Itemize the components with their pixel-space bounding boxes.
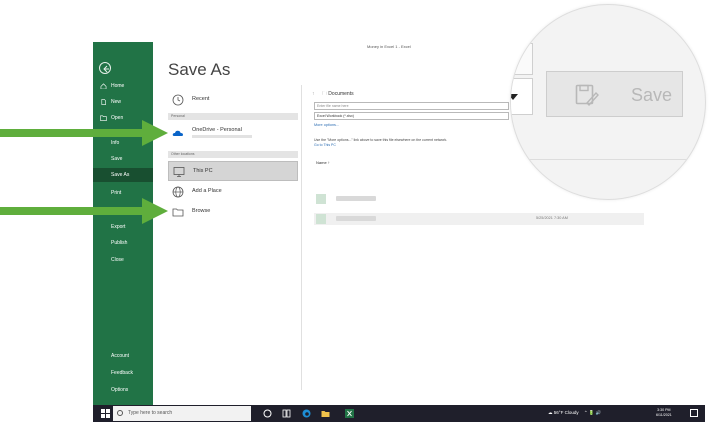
- location-recent[interactable]: Recent: [168, 90, 298, 110]
- breadcrumb-folder[interactable]: Documents: [328, 91, 353, 97]
- file-date: 5/25/2021 7:30 AM: [536, 216, 568, 220]
- weather-cloud-icon: ☁: [548, 410, 553, 415]
- section-other-locations: Other locations: [168, 151, 298, 158]
- file-thumbnail: [316, 214, 326, 224]
- sidebar-item-label: Publish: [111, 240, 128, 246]
- folder-icon: [172, 208, 184, 217]
- location-add-place[interactable]: Add a Place: [168, 182, 298, 202]
- location-browse[interactable]: Browse: [168, 202, 298, 222]
- sidebar-item-label: Save As: [111, 172, 130, 178]
- note-text: Use the "More options..." link above to …: [314, 138, 448, 142]
- sidebar-item-label: Account: [111, 353, 130, 359]
- onedrive-account-email: [192, 135, 252, 138]
- file-name-blurred: [336, 216, 376, 221]
- location-label: OneDrive - Personal: [192, 127, 242, 133]
- weather-text[interactable]: 56°F Cloudy: [554, 410, 579, 415]
- back-arrow-icon[interactable]: [99, 62, 111, 74]
- magnified-divider: [511, 159, 705, 160]
- magnified-slash: [511, 50, 526, 72]
- arrow-annotation-browse: [0, 198, 168, 224]
- computer-icon: [173, 167, 185, 177]
- save-button-label: Save: [631, 85, 673, 105]
- magnifier-callout: Save: [510, 4, 706, 200]
- search-placeholder: Type here to search: [128, 410, 173, 416]
- sidebar-item-save-as[interactable]: Save As: [93, 168, 153, 182]
- location-label: Recent: [192, 96, 210, 102]
- globe-icon: [172, 186, 184, 198]
- file-explorer-icon[interactable]: [321, 409, 330, 418]
- go-to-this-pc-link[interactable]: Go to This PC: [314, 143, 524, 148]
- filename-input[interactable]: Enter file name here: [314, 102, 509, 110]
- sidebar-item-account[interactable]: Account: [93, 349, 153, 363]
- breadcrumb: ↑ 🗀 Documents: [312, 91, 354, 99]
- task-view-icon[interactable]: [282, 409, 291, 418]
- location-label: Browse: [192, 208, 211, 214]
- sidebar-item-label: Feedback: [111, 370, 133, 376]
- filetype-dropdown-magnified[interactable]: [511, 78, 533, 115]
- sidebar-item-label: New: [111, 99, 122, 105]
- magnified-icon-box: [511, 43, 533, 75]
- home-icon: [100, 83, 107, 89]
- sidebar-item-label: Home: [111, 83, 125, 89]
- system-tray: ☁ 56°F Cloudy ⌃ 🔋 🔊: [548, 410, 601, 416]
- file-name-blurred: [336, 196, 376, 201]
- up-arrow-icon[interactable]: ↑: [312, 91, 315, 97]
- cortana-icon[interactable]: [263, 409, 272, 418]
- location-this-pc[interactable]: This PC: [168, 161, 298, 181]
- sidebar-item-home[interactable]: Home: [93, 79, 153, 93]
- taskbar-search-box[interactable]: Type here to search: [113, 406, 251, 421]
- sidebar-item-close[interactable]: Close: [93, 253, 153, 267]
- filetype-select[interactable]: Excel Workbook (*.xlsx): [314, 112, 509, 120]
- name-column-header[interactable]: Name ↑: [316, 160, 330, 165]
- file-thumbnail: [316, 194, 326, 204]
- location-onedrive[interactable]: OneDrive - Personal: [168, 123, 298, 143]
- notification-center-icon[interactable]: [690, 409, 698, 417]
- tray-icons[interactable]: ⌃ 🔋 🔊: [584, 410, 601, 415]
- more-options-link[interactable]: More options...: [314, 123, 339, 127]
- save-button[interactable]: Save: [546, 71, 683, 117]
- network-note: Use the "More options..." link above to …: [314, 138, 524, 148]
- excel-app-icon[interactable]: [345, 409, 354, 418]
- sidebar-item-save[interactable]: Save: [93, 152, 153, 166]
- location-label: This PC: [193, 168, 213, 174]
- section-personal: Personal: [168, 113, 298, 120]
- file-row[interactable]: 5/25/2021 7:30 AM: [314, 213, 644, 225]
- windows-taskbar: Type here to search ☁ 56°F Cloudy ⌃ 🔋 🔊 …: [93, 405, 705, 422]
- sidebar-item-publish[interactable]: Publish: [93, 236, 153, 250]
- dropdown-arrow-icon: [511, 94, 518, 100]
- search-icon: [117, 410, 123, 416]
- page-title: Save As: [168, 60, 231, 79]
- sidebar-item-label: Save: [111, 156, 123, 162]
- name-column-label: Name: [316, 160, 327, 165]
- folder-icon: 🗀: [321, 91, 327, 97]
- save-disk-icon: [575, 84, 599, 106]
- windows-start-icon[interactable]: [101, 409, 110, 418]
- location-label: Add a Place: [192, 188, 222, 194]
- arrow-annotation-onedrive: [0, 120, 168, 146]
- sidebar-item-new[interactable]: New: [93, 95, 153, 109]
- pane-divider: [301, 85, 302, 390]
- edge-browser-icon[interactable]: [302, 409, 311, 418]
- new-file-icon: [101, 99, 106, 105]
- taskbar-clock[interactable]: 3:30 PM 6/11/2021: [656, 408, 672, 418]
- sidebar-item-feedback[interactable]: Feedback: [93, 366, 153, 380]
- sidebar-item-options[interactable]: Options: [93, 383, 153, 397]
- sort-arrow-icon: ↑: [327, 160, 330, 165]
- clock-date: 6/11/2021: [656, 413, 672, 417]
- sidebar-item-label: Close: [111, 257, 124, 263]
- clock-icon: [172, 94, 184, 106]
- onedrive-cloud-icon: [172, 130, 184, 136]
- window-title: Money in Excel 1 - Excel: [367, 44, 411, 49]
- sidebar-item-label: Options: [111, 387, 129, 393]
